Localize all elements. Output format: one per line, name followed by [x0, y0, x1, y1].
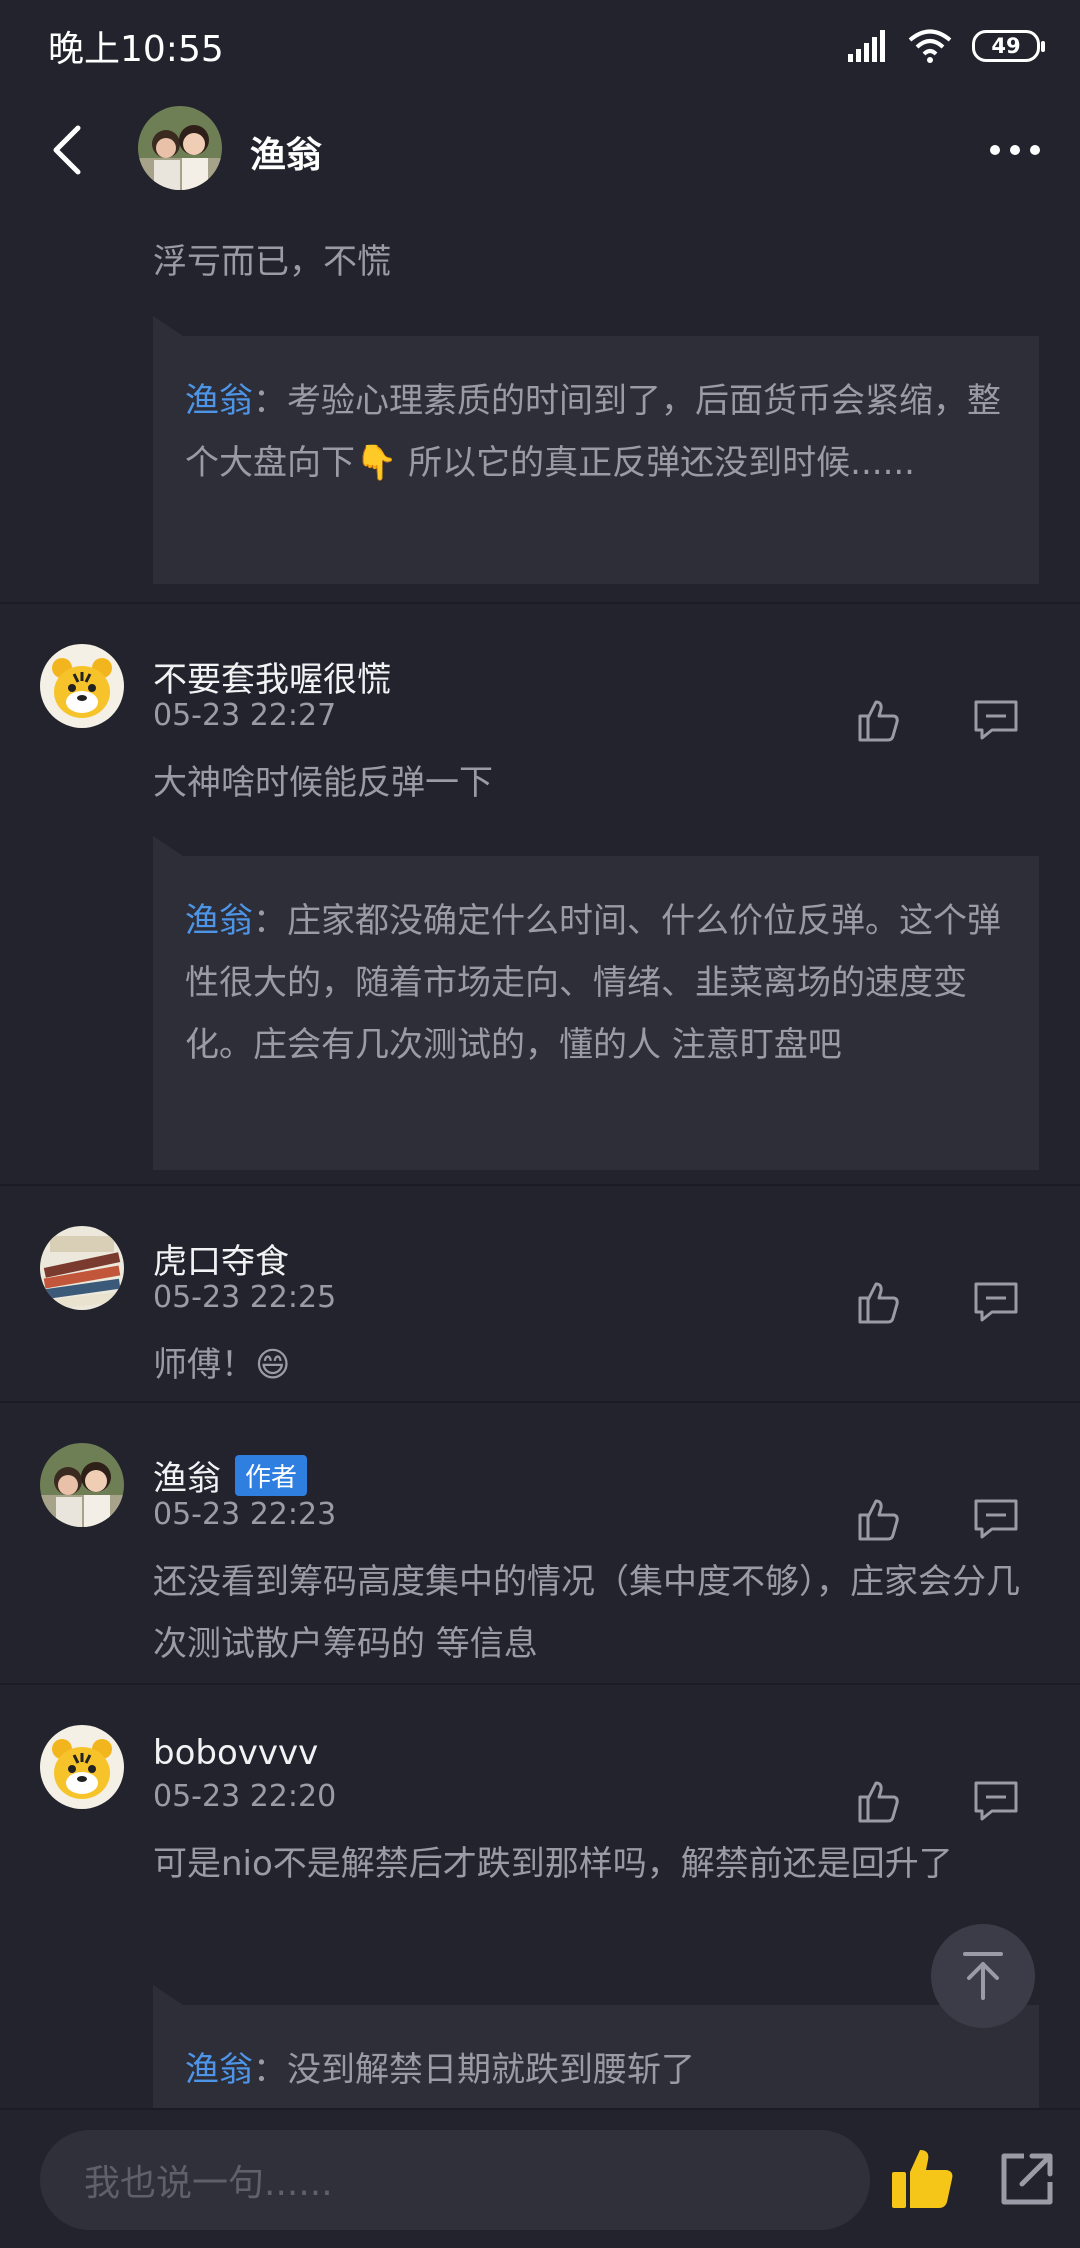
arrow-up-icon	[963, 1952, 1003, 2000]
commenter-name[interactable]: 渔翁 作者	[153, 1451, 308, 1500]
reply-text: 考验心理素质的时间到了，后面货币会紧缩，整个大盘向下👇 所以它的真正反弹还没到时…	[185, 381, 1001, 483]
tiger-avatar-icon	[40, 644, 124, 728]
wifi-icon	[908, 29, 952, 63]
reply-box[interactable]: 渔翁：庄家都没确定什么时间、什么价位反弹。这个弹性很大的，随着市场走向、情绪、韭…	[153, 836, 1039, 1170]
scroll-to-top-button[interactable]	[931, 1924, 1035, 2028]
reply-comment-icon[interactable]	[972, 1278, 1020, 1326]
avatar[interactable]	[40, 1725, 124, 1809]
like-icon[interactable]	[854, 696, 902, 744]
comment-text: 师傅！😄	[153, 1345, 291, 1385]
share-icon[interactable]	[998, 2150, 1056, 2208]
comment-time: 05-23 22:20	[153, 1779, 337, 1814]
author-badge: 作者	[235, 1455, 308, 1496]
divider	[0, 1401, 1080, 1403]
divider	[0, 1184, 1080, 1186]
like-icon[interactable]	[854, 1777, 902, 1825]
comment-time: 05-23 22:27	[153, 698, 337, 733]
reply-author[interactable]: 渔翁	[185, 381, 253, 421]
like-icon[interactable]	[854, 1495, 902, 1543]
reply-comment-icon[interactable]	[972, 1495, 1020, 1543]
header-avatar[interactable]	[138, 106, 222, 190]
tiger-avatar-icon	[40, 1725, 124, 1809]
back-icon[interactable]	[44, 122, 94, 178]
avatar[interactable]	[40, 1443, 124, 1527]
reply-author[interactable]: 渔翁	[185, 2050, 253, 2090]
commenter-name[interactable]: 虎口夺食	[153, 1234, 289, 1283]
thumbs-up-icon[interactable]	[890, 2146, 956, 2212]
battery-level: 49	[991, 34, 1021, 58]
status-bar: 晚上10:55 49	[0, 0, 1080, 92]
comment-text: 还没看到筹码高度集中的情况（集中度不够），庄家会分几次测试散户筹码的 等信息	[153, 1562, 1020, 1664]
like-icon[interactable]	[854, 1278, 902, 1326]
divider	[0, 1683, 1080, 1685]
reply-box[interactable]: 渔翁：没到解禁日期就跌到腰斩了	[153, 1985, 1039, 2108]
status-time: 晚上10:55	[48, 29, 224, 70]
children-photo-icon	[40, 1443, 124, 1527]
comment-list[interactable]: 浮亏而已，不慌 渔翁：考验心理素质的时间到了，后面货币会紧缩，整个大盘向下👇 所…	[0, 208, 1080, 2108]
comment-input[interactable]: 我也说一句......	[40, 2130, 870, 2230]
comment-text: 浮亏而已，不慌	[153, 242, 391, 282]
status-icons: 49	[848, 29, 1045, 63]
children-photo-icon	[138, 106, 222, 190]
avatar[interactable]	[40, 644, 124, 728]
reply-comment-icon[interactable]	[972, 1777, 1020, 1825]
reply-text: 庄家都没确定什么时间、什么价位反弹。这个弹性很大的，随着市场走向、情绪、韭菜离场…	[185, 901, 1001, 1065]
comment-text: 大神啥时候能反弹一下	[153, 763, 493, 803]
reply-author[interactable]: 渔翁	[185, 901, 253, 941]
avatar[interactable]	[40, 1226, 124, 1310]
page-title: 渔翁	[250, 135, 323, 176]
more-options-icon[interactable]	[990, 140, 1040, 160]
reply-text: 没到解禁日期就跌到腰斩了	[287, 2050, 695, 2090]
commenter-name[interactable]: 不要套我喔很慌	[153, 652, 391, 701]
comment-time: 05-23 22:23	[153, 1497, 337, 1532]
signal-icon	[848, 30, 885, 62]
divider	[0, 602, 1080, 604]
comment-input-placeholder: 我也说一句......	[84, 2163, 333, 2204]
bottom-bar: 我也说一句......	[0, 2108, 1080, 2248]
reply-box[interactable]: 渔翁：考验心理素质的时间到了，后面货币会紧缩，整个大盘向下👇 所以它的真正反弹还…	[153, 316, 1039, 584]
header: 渔翁	[0, 92, 1080, 208]
comment-text: 可是nio不是解禁后才跌到那样吗，解禁前还是回升了	[153, 1844, 953, 1884]
battery-indicator: 49	[972, 30, 1045, 62]
reply-comment-icon[interactable]	[972, 696, 1020, 744]
commenter-name[interactable]: bobovvvv	[153, 1733, 318, 1773]
comment-time: 05-23 22:25	[153, 1280, 337, 1315]
book-avatar-icon	[40, 1226, 124, 1310]
